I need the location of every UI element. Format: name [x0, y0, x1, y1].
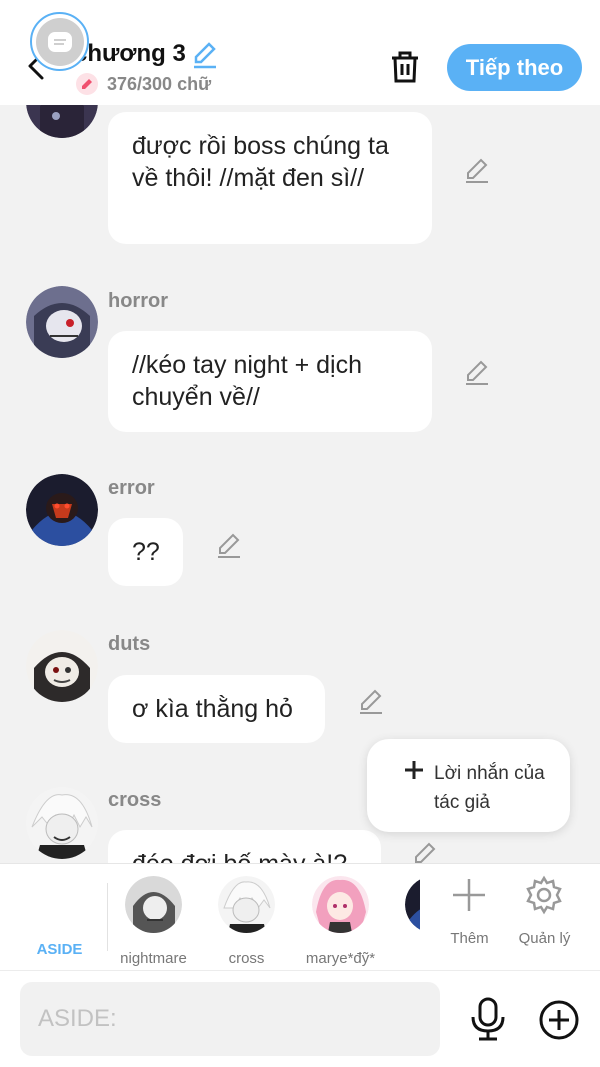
edit-message-icon[interactable] [410, 840, 440, 863]
edit-title-icon[interactable] [190, 40, 220, 70]
next-button[interactable]: Tiếp theo [447, 44, 582, 91]
plus-circle-icon [539, 1000, 579, 1040]
plus-icon [449, 875, 489, 915]
attach-button[interactable] [538, 999, 580, 1041]
edit-message-icon[interactable] [356, 687, 386, 717]
message-bubble[interactable]: //kéo tay night + dịch chuyển về// [108, 331, 432, 432]
avatar [218, 876, 275, 933]
message-bubble[interactable]: được rồi boss chúng ta về thôi! //mặt đe… [108, 112, 432, 244]
aside-icon [35, 17, 84, 66]
message-text: ?? [132, 538, 160, 566]
message-text: được rồi boss chúng ta về thôi! //mặt đe… [132, 132, 389, 192]
top-bar: chương 3 376/300 chữ Tiếp theo [0, 0, 600, 105]
input-bar [0, 971, 600, 1067]
avatar [405, 876, 420, 933]
add-label: Thêm [450, 930, 489, 947]
sender-name: cross [108, 789, 162, 811]
delete-button[interactable] [384, 46, 426, 88]
avatar[interactable] [26, 787, 98, 859]
avatar[interactable] [26, 630, 98, 702]
message-text: đéo đợi bố mày à!? [132, 850, 347, 863]
character-aside[interactable] [30, 12, 89, 71]
edit-message-icon[interactable] [462, 358, 492, 388]
character-label: marye*đỹ* [305, 950, 376, 967]
chapter-title[interactable]: chương 3 [74, 40, 186, 68]
trash-icon [392, 51, 418, 83]
sender-name: error [108, 477, 155, 499]
character-label: nightmare [120, 950, 187, 967]
author-note-label: Lời nhắn của tác giả [434, 763, 545, 813]
sender-name: horror [108, 290, 168, 312]
microphone-button[interactable] [468, 997, 508, 1041]
pencil-badge-icon [76, 73, 98, 95]
character-marye[interactable]: marye*đỹ* [293, 873, 388, 967]
manage-button[interactable]: Quản lý [507, 873, 582, 965]
avatar[interactable] [26, 286, 98, 358]
word-count: 376/300 chữ [107, 74, 212, 94]
microphone-icon [471, 997, 505, 1041]
character-label: cross [228, 950, 265, 967]
message-bubble[interactable]: ?? [108, 518, 183, 586]
plus-icon [403, 759, 425, 781]
edit-message-icon[interactable] [462, 156, 492, 186]
chat-area[interactable]: được rồi boss chúng ta về thôi! //mặt đe… [0, 0, 600, 863]
message-bubble[interactable]: ơ kìa thằng hỏ [108, 675, 325, 743]
message-text: ơ kìa thằng hỏ [132, 695, 293, 723]
message-input[interactable] [20, 982, 440, 1056]
avatar[interactable] [26, 474, 98, 546]
avatar [312, 876, 369, 933]
gear-icon [524, 875, 564, 915]
character-nightmare[interactable]: nightmare [106, 873, 201, 967]
message-text: //kéo tay night + dịch chuyển về// [132, 351, 363, 411]
character-label-aside: ASIDE [36, 941, 83, 958]
message-bubble[interactable]: đéo đợi bố mày à!? [108, 830, 381, 863]
edit-message-icon[interactable] [214, 531, 244, 561]
add-character-button[interactable]: Thêm [432, 873, 507, 965]
avatar [125, 876, 182, 933]
character-partial[interactable] [386, 873, 420, 965]
character-cross[interactable]: cross [199, 873, 294, 967]
author-note-button[interactable]: Lời nhắn của tác giả [367, 739, 570, 832]
sender-name: duts [108, 633, 151, 655]
manage-label: Quản lý [518, 930, 571, 947]
